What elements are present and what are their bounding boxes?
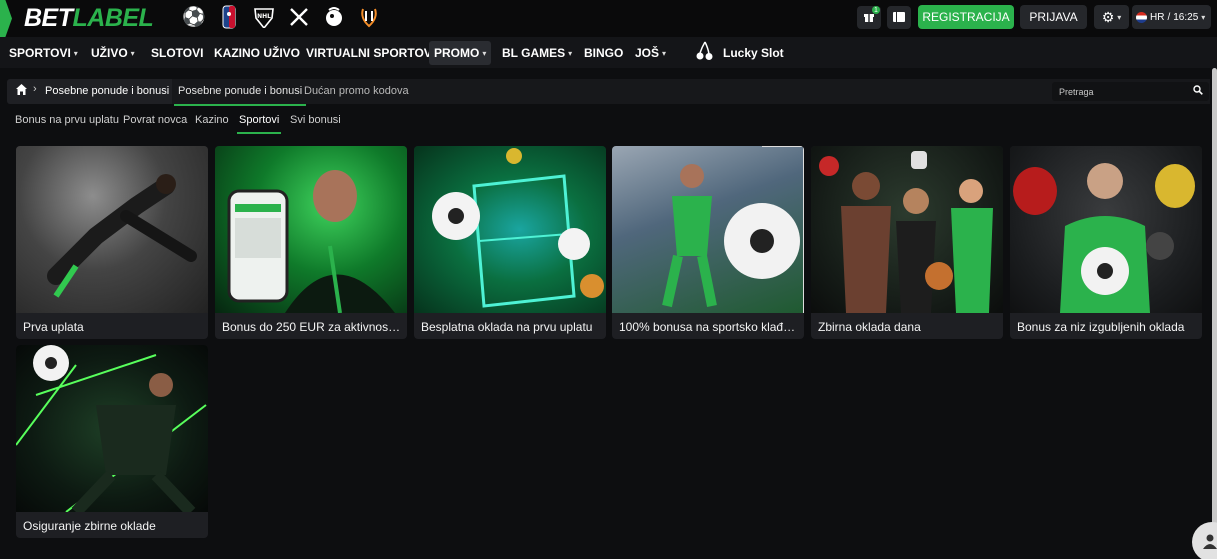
- promo-card-image: [811, 146, 1003, 313]
- nav-item-sportovi[interactable]: SPORTOVI ▾: [4, 41, 83, 65]
- promo-card[interactable]: Bonus za niz izgubljenih oklada: [1010, 146, 1202, 339]
- nav-label: BINGO: [584, 46, 624, 60]
- logo-accent-shape: [0, 0, 12, 37]
- gear-icon: ⚙: [1101, 8, 1115, 25]
- breadcrumb: › Posebne ponude i bonusi Posebne ponude…: [7, 79, 1210, 106]
- chevron-down-icon: ▾: [73, 48, 78, 58]
- nav-label: PROMO: [434, 46, 480, 60]
- chevron-down-icon: ▾: [130, 48, 135, 58]
- breadcrumb-current[interactable]: Posebne ponude i bonusi: [45, 85, 169, 97]
- tab-posebne-ponude[interactable]: Posebne ponude i bonusi: [173, 85, 307, 106]
- language-code: HR: [1150, 11, 1165, 23]
- nav-item-uzivo[interactable]: UŽIVO ▾: [86, 41, 140, 65]
- gift-count-badge: 1: [872, 6, 880, 14]
- croatia-flag-icon: [1136, 11, 1147, 23]
- search-input[interactable]: [1052, 82, 1187, 101]
- promo-card-title: Prva uplata: [23, 320, 84, 334]
- chevron-down-icon: ▾: [1117, 12, 1122, 22]
- promo-card[interactable]: Bonus do 250 EUR za aktivnost u...: [215, 146, 407, 339]
- promo-card[interactable]: 100% bonusa na sportsko klađenje...: [612, 146, 804, 339]
- nav-item-slotovi[interactable]: SLOTOVI: [146, 41, 208, 65]
- home-icon[interactable]: [15, 83, 28, 99]
- subtab-bonus-na-prvu-uplatu[interactable]: Bonus na prvu uplatu: [15, 114, 119, 126]
- promo-card-image: [612, 146, 804, 313]
- svg-text:NHL: NHL: [257, 13, 271, 20]
- nav-item-bl-games[interactable]: BL GAMES ▾: [497, 41, 577, 65]
- promo-card[interactable]: Zbirna oklada dana: [811, 146, 1003, 339]
- search-icon[interactable]: [1193, 85, 1203, 98]
- nav-label: UŽIVO: [91, 46, 128, 60]
- gift-button[interactable]: 1: [857, 6, 881, 29]
- search-box: [1052, 82, 1209, 101]
- nhl-icon[interactable]: NHL: [252, 5, 276, 29]
- register-button[interactable]: REGISTRACIJA: [918, 5, 1014, 29]
- nav-item-bingo[interactable]: BINGO: [579, 41, 628, 65]
- nav-label: JOŠ: [635, 46, 660, 60]
- scrollbar-thumb[interactable]: [1212, 68, 1217, 559]
- chevron-right-icon: ›: [33, 83, 37, 95]
- promo-card-title: Zbirna oklada dana: [818, 320, 921, 334]
- nav-item-kazino-uzivo[interactable]: KAZINO UŽIVO: [209, 41, 305, 65]
- live-chat-button[interactable]: [1192, 522, 1217, 559]
- nav-label: SPORTOVI: [9, 46, 71, 60]
- nba-icon[interactable]: [217, 5, 241, 29]
- promo-card-image: [215, 146, 407, 314]
- page-scrollbar[interactable]: [1212, 68, 1217, 559]
- chevron-down-icon: ▾: [662, 48, 667, 58]
- subtab-sportovi[interactable]: Sportovi: [236, 114, 282, 134]
- language-time-selector[interactable]: HR / 16:25 ▾: [1132, 5, 1211, 29]
- promo-card-image: [16, 146, 208, 313]
- main-nav: SPORTOVI ▾ UŽIVO ▾ SLOTOVI KAZINO UŽIVO VI…: [0, 37, 1217, 68]
- promo-card-title: Bonus za niz izgubljenih oklada: [1017, 320, 1185, 334]
- promo-card-title: Besplatna oklada na prvu uplatu: [421, 320, 593, 334]
- cherry-icon: [696, 41, 714, 66]
- soccer-ball-icon[interactable]: ⚽: [182, 5, 206, 29]
- promo-card-image: [16, 345, 208, 517]
- clock-time: 16:25: [1173, 11, 1199, 23]
- promo-card[interactable]: Prva uplata: [16, 146, 208, 339]
- nav-item-virtualni-sportovi[interactable]: VIRTUALNI SPORTOVI: [301, 41, 440, 65]
- chevron-down-icon: ▾: [482, 48, 487, 58]
- promo-card-image: [1010, 146, 1202, 313]
- promo-card[interactable]: Osiguranje zbirne oklade: [16, 345, 208, 538]
- login-button[interactable]: PRIJAVA: [1020, 5, 1087, 29]
- promo-card-title: Osiguranje zbirne oklade: [23, 519, 156, 533]
- premier-league-icon[interactable]: [322, 5, 346, 29]
- europa-league-icon[interactable]: [357, 5, 381, 29]
- top-bar: BETLABEL ⚽ NHL 1 REGISTRACIJA PRIJAVA ⚙: [0, 0, 1217, 37]
- subtab-kazino[interactable]: Kazino: [195, 114, 229, 126]
- subtab-povrat-novca[interactable]: Povrat novca: [123, 114, 187, 126]
- sport-icons-row: ⚽ NHL: [182, 5, 381, 29]
- chevron-down-icon: ▾: [1201, 12, 1206, 22]
- ticket-icon: [893, 10, 905, 25]
- nav-item-promo[interactable]: PROMO ▾: [429, 41, 492, 65]
- promo-card[interactable]: Besplatna oklada na prvu uplatu: [414, 146, 606, 339]
- promo-card-title: 100% bonusa na sportsko klađenje...: [619, 320, 799, 334]
- promo-card-image: [414, 146, 606, 313]
- nav-label: KAZINO UŽIVO: [214, 46, 300, 60]
- nav-label: SLOTOVI: [151, 46, 204, 60]
- mma-icon[interactable]: [287, 5, 311, 29]
- nav-item-lucky-slot[interactable]: Lucky Slot: [691, 41, 789, 65]
- subtab-svi-bonusi[interactable]: Svi bonusi: [290, 114, 341, 126]
- betlabel-logo[interactable]: BETLABEL: [24, 3, 154, 33]
- nav-label: VIRTUALNI SPORTOVI: [306, 46, 436, 60]
- chat-avatar-icon: [1202, 533, 1217, 552]
- language-separator: /: [1167, 11, 1171, 23]
- nav-label: Lucky Slot: [723, 46, 784, 60]
- promo-card-title: Bonus do 250 EUR za aktivnost u...: [222, 320, 402, 334]
- settings-button[interactable]: ⚙ ▾: [1094, 5, 1129, 29]
- chevron-down-icon: ▾: [568, 48, 573, 58]
- nav-label: BL GAMES: [502, 46, 566, 60]
- tab-ducan-promo-kodova[interactable]: Dućan promo kodova: [304, 85, 409, 97]
- logo-text-green: LABEL: [72, 4, 154, 32]
- nav-item-jos[interactable]: JOŠ ▾: [630, 41, 671, 65]
- betslip-button[interactable]: [887, 6, 911, 29]
- logo-text-white: BET: [24, 4, 73, 32]
